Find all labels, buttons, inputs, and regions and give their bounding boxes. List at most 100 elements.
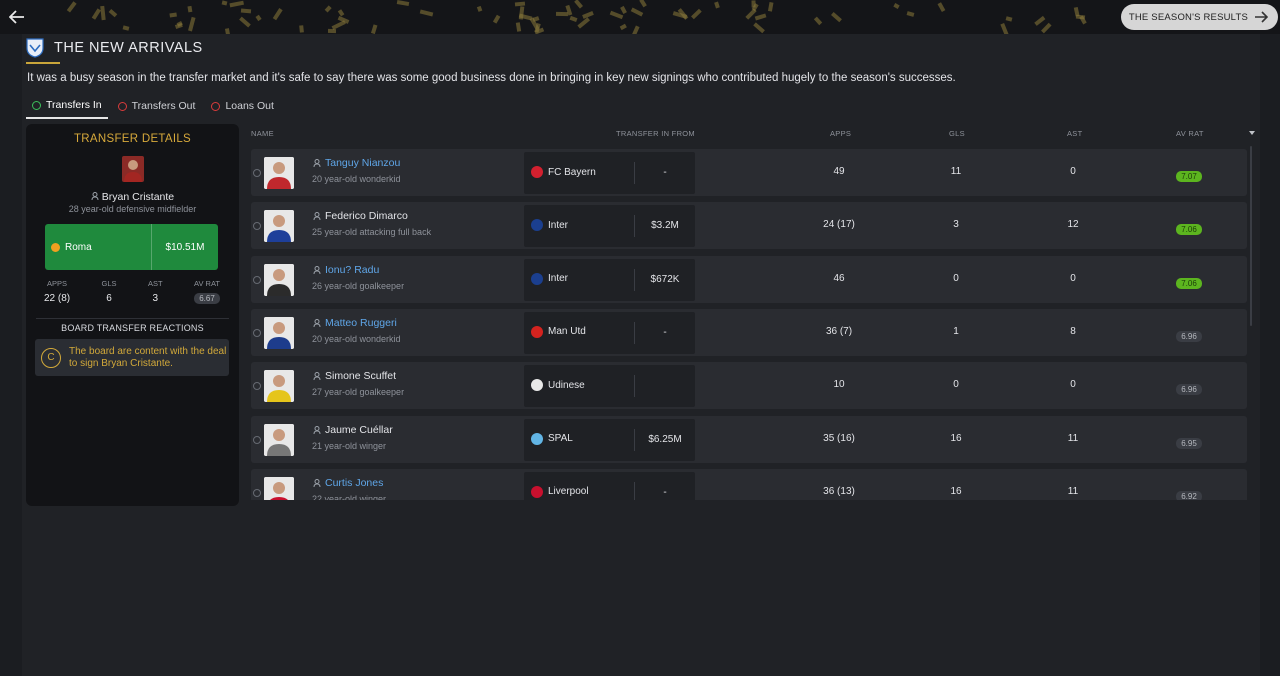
stat-av-rat: AV RAT 6.67	[194, 279, 220, 304]
from-club[interactable]: Man Utd	[531, 325, 586, 338]
col-ast[interactable]: AST	[1067, 129, 1083, 138]
col-gls[interactable]: GLS	[949, 129, 965, 138]
player-name[interactable]: Jaume Cuéllar	[313, 424, 393, 436]
player-photo	[122, 156, 144, 182]
player-name-text: Ionu? Radu	[325, 263, 380, 276]
sort-desc-icon[interactable]	[1249, 131, 1255, 135]
apps-value: 35 (16)	[823, 432, 855, 444]
confetti-piece	[1005, 16, 1013, 22]
player-name[interactable]: Federico Dimarco	[313, 210, 408, 222]
player-name[interactable]: Matteo Ruggeri	[313, 317, 397, 329]
row-select-radio[interactable]	[253, 328, 261, 337]
from-club-name: Inter	[548, 273, 569, 285]
confetti-piece	[556, 12, 569, 17]
confetti-piece	[328, 28, 337, 33]
divider	[634, 375, 635, 398]
player-photo	[264, 370, 294, 403]
from-club[interactable]: FC Bayern	[531, 166, 596, 178]
player-name[interactable]: Bryan Cristante	[26, 191, 239, 203]
confetti-piece	[477, 5, 483, 12]
col-av-rat[interactable]: AV RAT	[1176, 129, 1204, 138]
table-row[interactable]: Simone Scuffet 27 year-old goalkeeper Udin…	[251, 362, 1247, 410]
confetti-piece	[831, 11, 842, 22]
stat-value: 22 (8)	[44, 293, 71, 304]
confetti-piece	[754, 13, 767, 21]
rating-badge: 6.67	[194, 293, 220, 304]
row-select-radio[interactable]	[253, 275, 261, 284]
roma-crest-icon	[51, 242, 60, 252]
confetti-piece	[937, 2, 945, 13]
confetti-piece	[298, 24, 304, 33]
transfer-fee: -	[663, 486, 667, 498]
table-row[interactable]: Jaume Cuéllar 21 year-old winger SPAL $6.25…	[251, 415, 1247, 463]
rating-cell: 6.96	[1169, 326, 1209, 344]
confetti-piece	[100, 5, 106, 21]
from-club[interactable]: Udinese	[531, 379, 585, 392]
from-club[interactable]: Roma	[45, 224, 152, 270]
rating-badge: 7.07	[1176, 171, 1202, 182]
player-name-text: Federico Dimarco	[325, 210, 408, 223]
back-button[interactable]	[6, 6, 28, 28]
page-header: THE NEW ARRIVALS	[26, 38, 203, 58]
table-row[interactable]: Federico Dimarco 25 year-old attacking fu…	[251, 202, 1247, 250]
confetti-piece	[122, 25, 130, 32]
player-name-text: Simone Scuffet	[325, 370, 397, 383]
from-club-name: SPAL	[548, 433, 573, 444]
season-results-button[interactable]: THE SEASON'S RESULTS	[1120, 4, 1278, 30]
row-select-radio[interactable]	[253, 382, 261, 391]
col-transfer-from[interactable]: TRANSFER IN FROM	[616, 129, 695, 138]
assists-value: 0	[1070, 272, 1076, 284]
confetti-piece	[893, 3, 900, 10]
player-name[interactable]: Curtis Jones	[313, 477, 383, 489]
player-photo	[264, 263, 294, 296]
player-name[interactable]: Ionu? Radu	[313, 264, 379, 276]
transfer-from-cell: Inter $3.2M	[524, 205, 695, 248]
from-club[interactable]: SPAL	[531, 432, 573, 445]
rating-badge: 6.95	[1176, 437, 1202, 449]
club-crest-icon	[531, 485, 543, 498]
rating-cell: 6.95	[1169, 433, 1209, 451]
apps-value: 46	[833, 272, 845, 284]
confetti-piece	[814, 16, 823, 26]
from-club-name: Man Utd	[548, 326, 586, 338]
table-row[interactable]: Tanguy Nianzou 20 year-old wonderkid FC Ba…	[251, 149, 1247, 196]
col-name[interactable]: NAME	[251, 129, 274, 138]
confetti-piece	[906, 11, 915, 18]
confetti-piece	[714, 1, 720, 9]
table-row[interactable]: Ionu? Radu 26 year-old goalkeeper Inter $67…	[251, 255, 1247, 303]
player-name[interactable]: Simone Scuffet	[313, 370, 396, 382]
title-underline	[26, 62, 60, 64]
confetti-piece	[630, 25, 640, 34]
board-reaction: C The board are content with the deal to…	[35, 339, 229, 376]
table-row[interactable]: Matteo Ruggeri 20 year-old wonderkid Man U…	[251, 308, 1247, 356]
rating-badge: 7.06	[1176, 224, 1202, 236]
table-row[interactable]: Curtis Jones 22 year-old winger Liverpool -…	[251, 468, 1247, 500]
confetti-piece	[396, 0, 409, 6]
tab-label: Transfers In	[46, 99, 102, 111]
from-club[interactable]: Inter	[531, 272, 569, 285]
player-photo	[264, 157, 294, 189]
row-select-radio[interactable]	[253, 435, 261, 444]
tab-transfers-in[interactable]: Transfers In	[26, 97, 108, 119]
row-select-radio[interactable]	[253, 222, 261, 231]
stat-label: AV RAT	[194, 279, 220, 288]
tab-label: Loans Out	[225, 100, 274, 112]
col-apps[interactable]: APPS	[830, 129, 851, 138]
rating-badge: 6.96	[1176, 330, 1202, 342]
tab-loans-out[interactable]: Loans Out	[205, 97, 279, 119]
club-crest-icon	[531, 166, 543, 178]
table-scrollbar[interactable]	[1250, 146, 1252, 326]
player-name[interactable]: Tanguy Nianzou	[313, 157, 400, 169]
player-name-text: Matteo Ruggeri	[325, 316, 397, 329]
goals-value: 11	[950, 166, 962, 177]
confetti-piece	[230, 0, 245, 7]
row-select-radio[interactable]	[253, 169, 261, 177]
tab-transfers-out[interactable]: Transfers Out	[112, 97, 202, 119]
from-club[interactable]: Liverpool	[531, 485, 589, 498]
club-crest-icon	[531, 272, 543, 285]
from-club[interactable]: Inter	[531, 219, 568, 232]
confetti-piece	[255, 14, 262, 22]
row-select-radio[interactable]	[253, 488, 261, 497]
player-description: 26 year-old goalkeeper	[312, 280, 405, 291]
person-icon	[91, 192, 99, 200]
